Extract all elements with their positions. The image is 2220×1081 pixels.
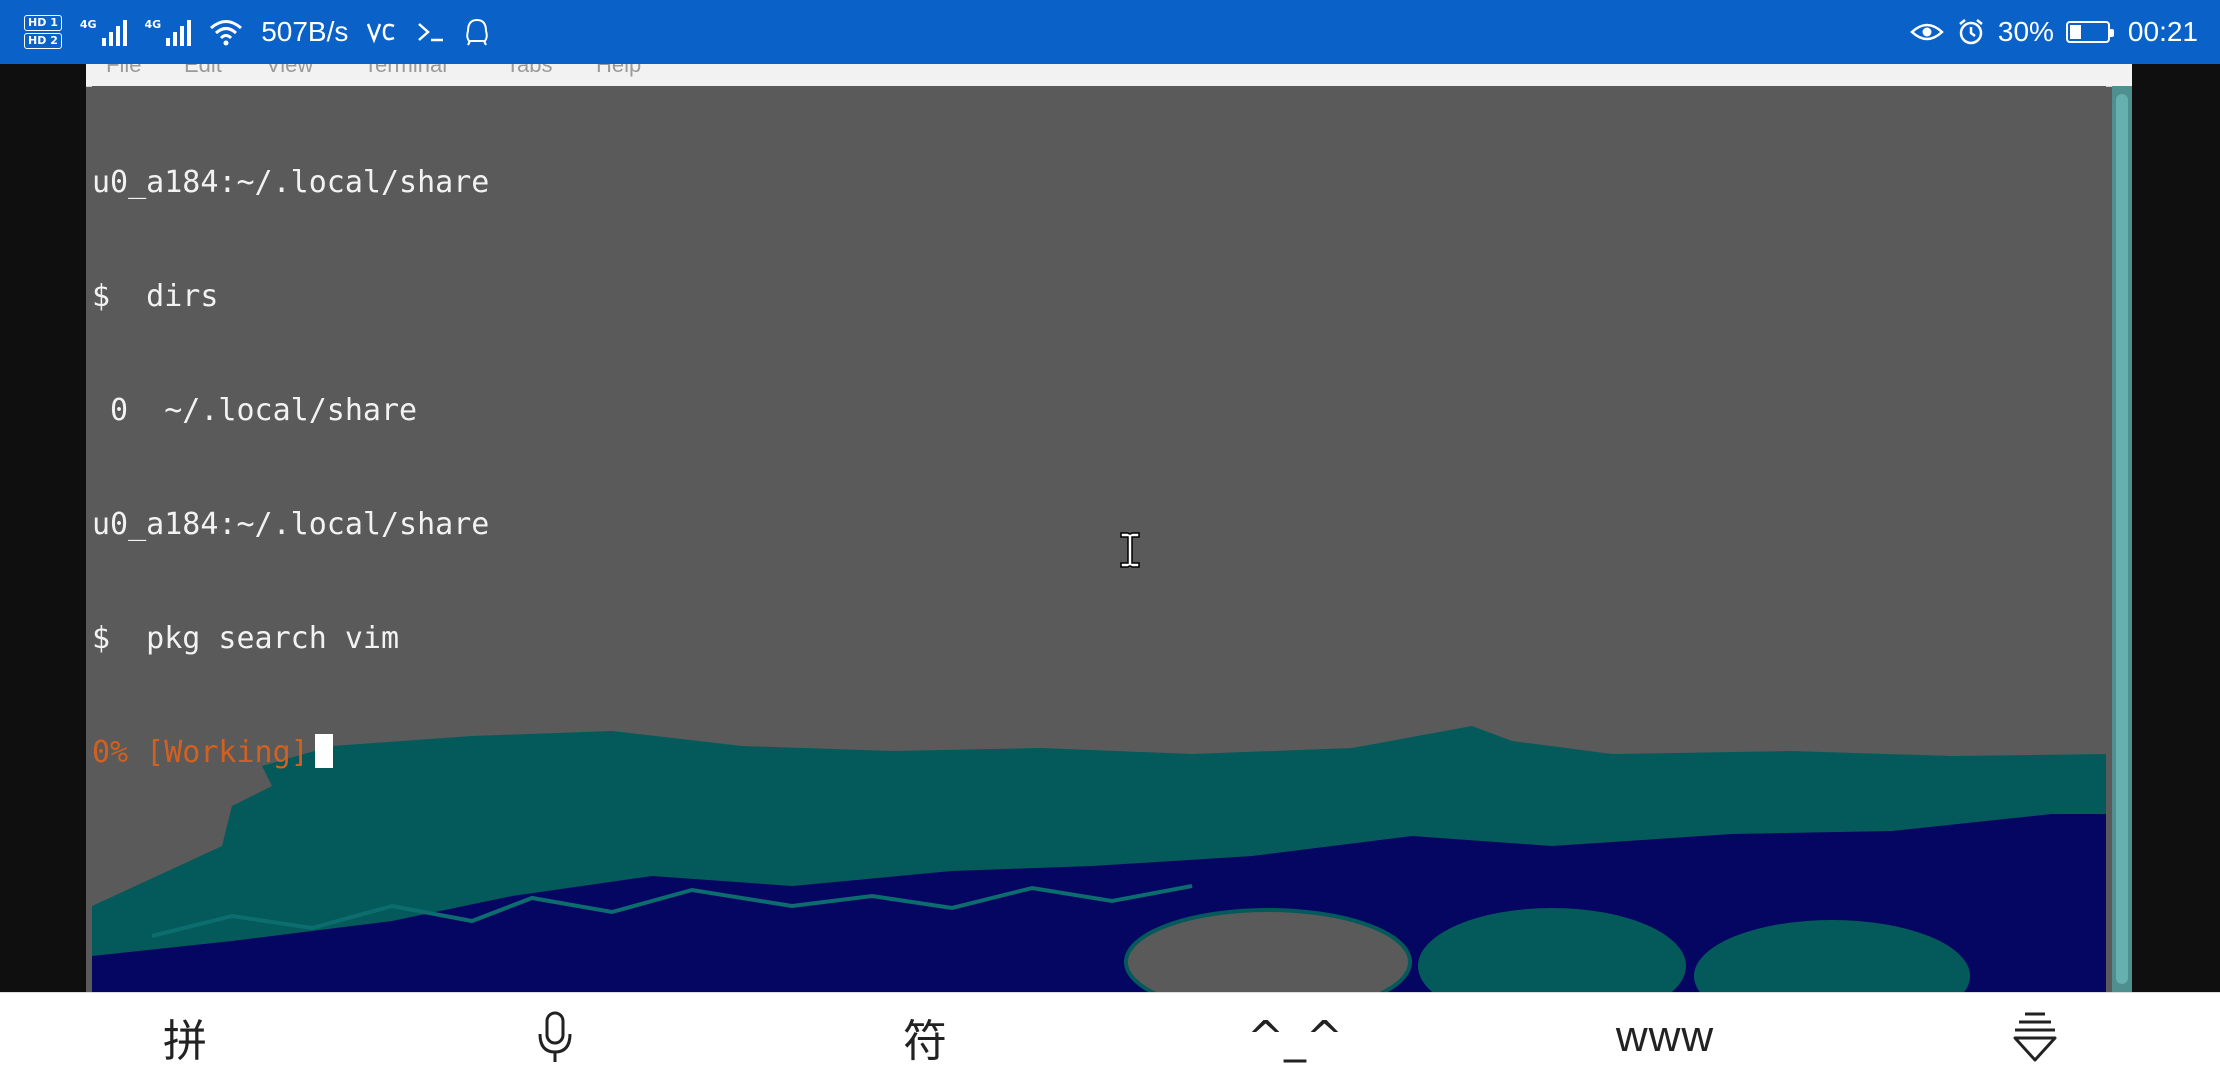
scrollbar-thumb[interactable] [2116,94,2128,984]
menu-tabs[interactable]: Tabs [506,64,552,78]
status-right: 30% 00:21 [1910,0,2198,64]
terminal-line: $ pkg search vim [92,621,400,656]
menu-edit[interactable]: Edit [184,64,222,78]
terminal-line: u0_a184:~/.local/share [92,165,490,200]
terminal-line: $ dirs [92,279,219,314]
sim1-hd-icon: HD 1 [24,15,62,31]
collapse-keyboard-button[interactable] [1935,993,2135,1081]
battery-percent: 30% [1997,16,2054,47]
symbols-button[interactable]: 符 [825,993,1025,1081]
signal-icon: 4G [145,18,192,46]
eye-comfort-icon [1910,23,1944,41]
terminal-output[interactable]: u0_a184:~/.local/share $ dirs 0 ~/.local… [92,86,2106,992]
terminal-line: u0_a184:~/.local/share [92,507,490,542]
network-speed: 507B/s [261,16,349,47]
menu-view[interactable]: View [266,64,313,78]
voice-input-button[interactable] [455,993,655,1081]
emoticon-button[interactable]: ^_^ [1195,993,1395,1081]
clock: 00:21 [2127,16,2198,47]
volte-icon [367,23,395,44]
battery-icon [2065,21,2114,43]
text-cursor [314,734,333,768]
keyboard-toolbar: 拼 符 ^_^ www [0,992,2220,1081]
terminal-lines: u0_a184:~/.local/share $ dirs 0 ~/.local… [92,88,489,848]
scrollbar[interactable] [2112,86,2132,992]
collapse-keyboard-icon [2013,1012,2057,1062]
terminal-line: 0 ~/.local/share [92,393,418,428]
sim2-hd-icon: HD 2 [24,33,62,49]
menu-file[interactable]: File [106,64,141,78]
www-button[interactable]: www [1565,993,1765,1081]
progress-line: 0% [Working] [92,734,489,772]
alarm-icon [1959,19,1983,45]
pinyin-button[interactable]: 拼 [85,993,285,1081]
menu-bar: File Edit View Terminal Tabs Help [86,64,2132,87]
terminal-window[interactable]: File Edit View Terminal Tabs Help u0_a18… [86,64,2132,992]
qq-icon [466,18,489,46]
terminal-icon [418,23,444,42]
menu-help[interactable]: Help [596,64,641,78]
status-left: HD 1 HD 2 4G 4G 507B/s [24,0,490,64]
status-bar: HD 1 HD 2 4G 4G 507B/s 30% 00:21 [0,0,2220,64]
ibeam-cursor-icon [1120,532,1140,568]
sim-indicators: HD 1 HD 2 [24,15,62,49]
microphone-icon [538,1011,572,1062]
menu-terminal[interactable]: Terminal [364,64,447,78]
signal-icon: 4G [80,18,127,46]
progress-text: 0% [Working] [92,735,309,770]
wifi-icon [210,20,243,46]
